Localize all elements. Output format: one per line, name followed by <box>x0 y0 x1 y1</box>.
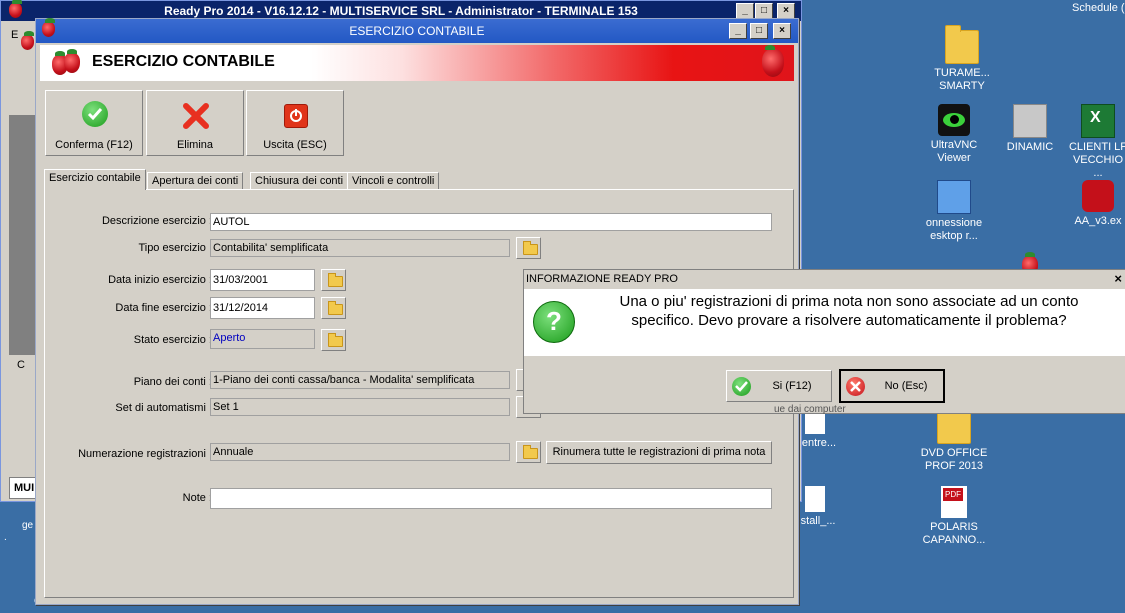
folder-icon <box>523 241 538 255</box>
piano-field: 1-Piano dei conti cassa/banca - Modalita… <box>210 371 510 389</box>
desktop-icon-remote-desktop[interactable]: onnessione esktop r... <box>916 180 992 243</box>
schedule-label: Schedule ( <box>1072 2 1125 14</box>
conferma-button[interactable]: Conferma (F12) <box>45 90 143 156</box>
folder-icon <box>328 333 343 347</box>
elimina-label: Elimina <box>176 139 214 151</box>
rinumera-button[interactable]: Rinumera tutte le registrazioni di prima… <box>546 441 772 464</box>
tab-chiusura-conti[interactable]: Chiusura dei conti <box>250 172 349 190</box>
desktop-fragment-ge: ge <box>22 520 34 531</box>
eye-icon <box>938 104 970 136</box>
data-fine-field[interactable]: 31/12/2014 <box>210 297 315 319</box>
desktop-icon-dinamic[interactable]: DINAMIC <box>992 104 1068 154</box>
tab-apertura-conti[interactable]: Apertura dei conti <box>147 172 244 190</box>
desktop-fragment-dots: . <box>4 532 7 543</box>
stato-field: Aperto <box>210 329 315 349</box>
maximize-button[interactable]: □ <box>750 23 768 39</box>
dialog-title-bar: INFORMAZIONE READY PRO × <box>524 270 1125 288</box>
desktop-icon-ultravnc[interactable]: UltraVNC Viewer <box>916 104 992 165</box>
back-window-2 <box>15 27 37 67</box>
back-grid-area <box>9 115 35 355</box>
elimina-button[interactable]: Elimina <box>146 90 244 156</box>
data-fine-calendar-button[interactable] <box>321 297 346 319</box>
data-fine-label: Data fine esercizio : <box>115 302 212 314</box>
tools-icon <box>1013 104 1047 138</box>
folder-icon <box>523 445 538 459</box>
desktop-area-lower: Centre... DVD OFFICE PROF 2013 nstall_..… <box>780 400 1125 613</box>
note-label: Note : <box>182 492 212 504</box>
desktop-icon-polaris[interactable]: PDF POLARIS CAPANNO... <box>916 486 992 547</box>
no-label: No (Esc) <box>884 380 928 392</box>
strawberry-icon <box>64 49 80 73</box>
dialog-message-line-1: Una o piu' registrazioni di prima nota n… <box>619 293 1079 310</box>
conferma-label: Conferma (F12) <box>55 139 133 151</box>
close-button[interactable]: × <box>777 3 795 19</box>
numerazione-lookup-button[interactable] <box>516 441 541 463</box>
dialog-body: ? Una o piu' registrazioni di prima nota… <box>524 289 1125 356</box>
dialog-title: INFORMAZIONE READY PRO <box>526 273 678 285</box>
acrobat-icon <box>1082 180 1114 212</box>
minimize-button[interactable]: _ <box>729 23 747 39</box>
dialog-close-icon[interactable]: × <box>1114 270 1122 288</box>
exit-icon <box>284 104 308 128</box>
tipo-label: Tipo esercizio : <box>138 242 212 254</box>
folder-icon <box>328 301 343 315</box>
numerazione-field: Annuale <box>210 443 510 461</box>
yes-label: Si (F12) <box>772 380 812 392</box>
pdf-icon: PDF <box>941 486 967 518</box>
data-inizio-calendar-button[interactable] <box>321 269 346 291</box>
data-inizio-label: Data inizio esercizio : <box>108 274 212 286</box>
tab-vincoli-controlli[interactable]: Vincoli e controlli <box>347 172 440 190</box>
back-left-panel: E A C MUI <box>9 25 37 499</box>
check-icon <box>82 101 108 127</box>
page-title: ESERCIZIO CONTABILE <box>92 53 275 70</box>
tipo-lookup-button[interactable] <box>516 237 541 259</box>
strawberry-icon <box>42 18 55 37</box>
x-icon <box>846 377 865 396</box>
installer-icon <box>805 486 825 512</box>
question-icon: ? <box>533 301 575 343</box>
tab-esercizio-contabile[interactable]: Esercizio contabile <box>44 169 146 190</box>
automatismi-field: Set 1 <box>210 398 510 416</box>
remote-desktop-icon <box>937 180 971 214</box>
header-band: ESERCIZIO CONTABILE <box>40 45 794 81</box>
stato-lookup-button[interactable] <box>321 329 346 351</box>
dialog-message-line-2: specifico. Devo provare a risolvere auto… <box>631 312 1067 329</box>
label-fragment: C <box>17 359 25 371</box>
piano-label: Piano dei conti : <box>133 376 212 388</box>
desktop-icon-aa[interactable]: AA_v3.ex <box>1068 180 1125 228</box>
x-icon <box>181 101 211 131</box>
maximize-button[interactable]: □ <box>755 3 773 19</box>
no-button[interactable]: No (Esc) <box>839 369 945 403</box>
numerazione-label: Numerazione registrazioni : <box>78 448 212 460</box>
data-inizio-field[interactable]: 31/03/2001 <box>210 269 315 291</box>
dialog-message: Una o piu' registrazioni di prima nota n… <box>584 292 1114 330</box>
descrizione-label: Descrizione esercizio : <box>101 215 212 227</box>
yes-button[interactable]: Si (F12) <box>726 370 832 402</box>
strawberry-icon <box>9 0 22 18</box>
stato-label: Stato esercizio : <box>133 334 212 346</box>
strawberry-icon <box>762 45 784 77</box>
folder-icon <box>328 273 343 287</box>
minimize-button[interactable]: _ <box>736 3 754 19</box>
desktop-icon-dvd-office[interactable]: DVD OFFICE PROF 2013 <box>916 405 992 473</box>
excel-icon: X <box>1081 104 1115 138</box>
obscured-text: ue dai computer <box>774 404 846 415</box>
uscita-button[interactable]: Uscita (ESC) <box>246 90 344 156</box>
window-title: ESERCIZIO CONTABILE <box>36 19 798 43</box>
tipo-field: Contabilita' semplificata <box>210 239 510 257</box>
desktop-icon-smarty[interactable]: TURAME... SMARTY <box>924 25 1000 93</box>
check-icon <box>732 377 751 396</box>
folder-icon <box>945 25 979 64</box>
descrizione-field[interactable]: AUTOL <box>210 213 772 231</box>
back-status-box: MUI <box>9 477 37 499</box>
strawberry-icon <box>21 31 34 50</box>
folder-icon <box>937 405 971 444</box>
uscita-label: Uscita (ESC) <box>263 139 327 151</box>
information-dialog: INFORMAZIONE READY PRO × ? Una o piu' re… <box>523 269 1125 415</box>
close-button[interactable]: × <box>773 23 791 39</box>
desktop-area-right: Schedule ( TURAME... SMARTY UltraVNC Vie… <box>926 0 1125 276</box>
desktop-icon-clienti[interactable]: X CLIENTI LF VECCHIO ... <box>1068 104 1125 180</box>
note-field[interactable] <box>210 488 772 509</box>
automatismi-label: Set di automatismi : <box>115 402 212 414</box>
